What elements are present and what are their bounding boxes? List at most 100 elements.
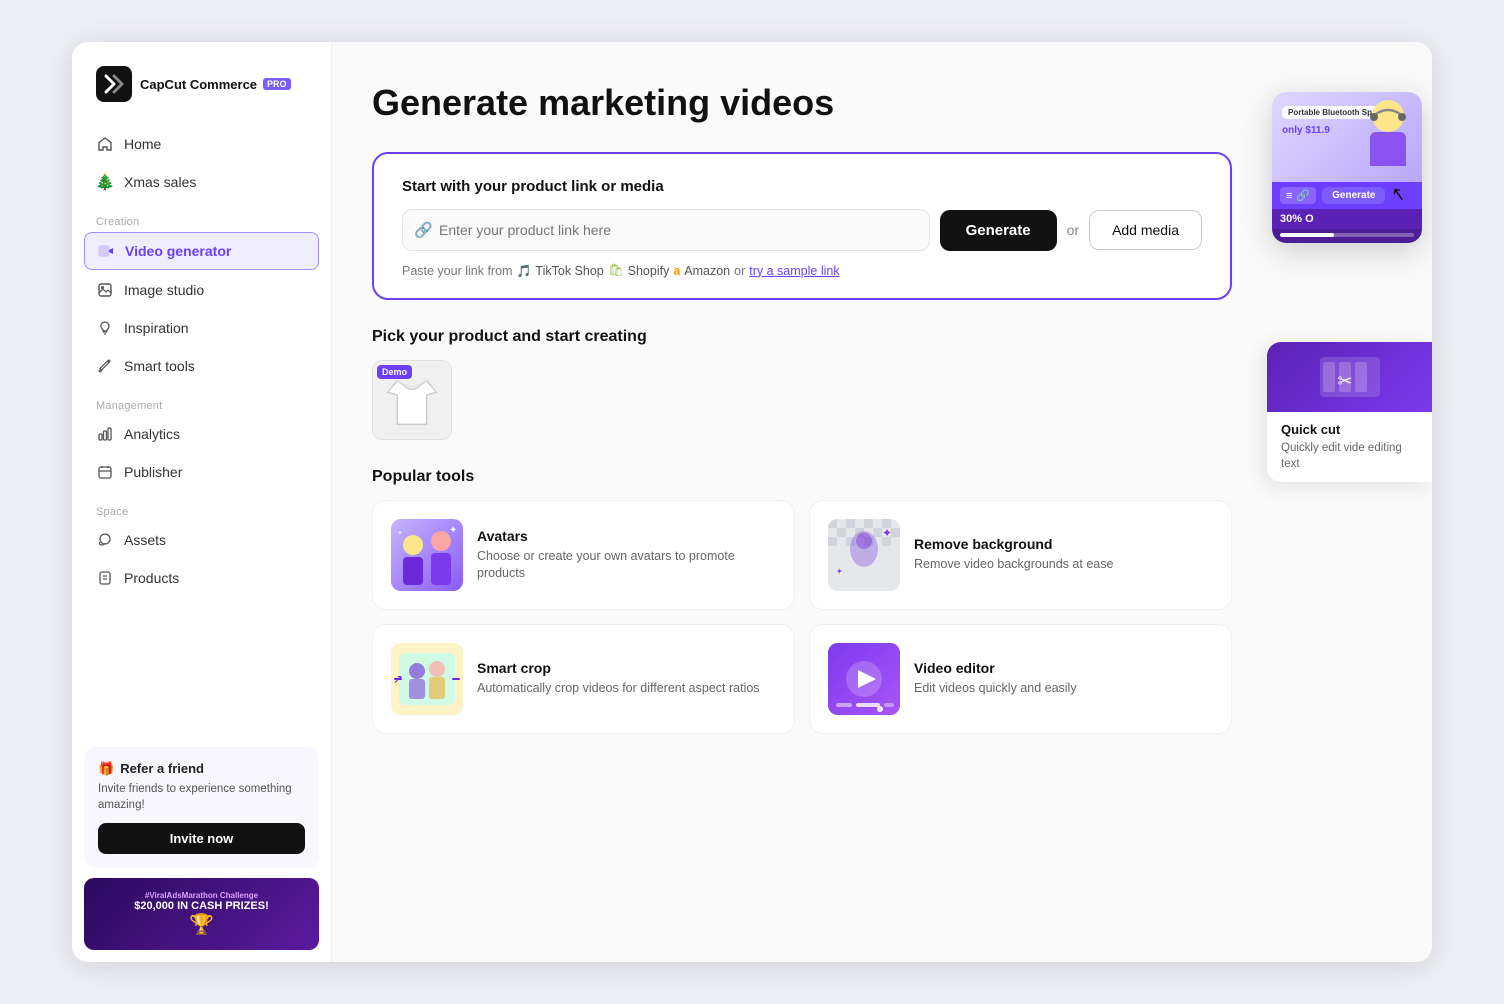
or-text: or	[1067, 222, 1079, 238]
product-picker: Demo	[372, 360, 1392, 440]
smart-crop-thumbnail-img: ↗	[391, 643, 463, 715]
progress-bar-fill	[1280, 233, 1334, 237]
publisher-label: Publisher	[124, 464, 182, 480]
tool-card-video-editor[interactable]: Video editor Edit videos quickly and eas…	[809, 624, 1232, 734]
svg-text:✦: ✦	[882, 526, 892, 540]
refer-title: 🎁 Refer a friend	[98, 761, 305, 777]
svg-text:✦: ✦	[836, 567, 843, 576]
products-icon	[96, 569, 114, 587]
promo-banner[interactable]: #ViralAdsMarathon Challenge $20,000 IN C…	[84, 878, 319, 950]
remove-bg-thumbnail-img: ✦ ✦	[828, 519, 900, 591]
popular-tools-title: Popular tools	[372, 468, 1392, 486]
avatars-name: Avatars	[477, 528, 776, 544]
sidebar-item-products[interactable]: Products	[84, 560, 319, 596]
smart-crop-desc: Automatically crop videos for different …	[477, 680, 760, 698]
tool-card-avatars[interactable]: ✦ ✦ Avatars Choose or create your own av…	[372, 500, 795, 610]
sidebar-item-home[interactable]: Home	[84, 126, 319, 162]
paste-label: Paste your link from	[402, 264, 512, 278]
preview-progress-row	[1272, 229, 1422, 243]
tiktok-icon: 🎵	[516, 264, 531, 278]
shopify-label[interactable]: Shopify	[628, 264, 670, 278]
preview-card: Portable Bluetooth Sp... only $11.9 ≡ 🔗 …	[1272, 92, 1422, 243]
product-section: Pick your product and start creating Dem…	[372, 328, 1392, 440]
sidebar: CapCut Commerce PRO Home 🎄 Xmas sales Cr…	[72, 42, 332, 962]
image-studio-label: Image studio	[124, 282, 204, 298]
publisher-icon	[96, 463, 114, 481]
app-window: CapCut Commerce PRO Home 🎄 Xmas sales Cr…	[72, 42, 1432, 962]
capcut-logo-icon	[96, 66, 132, 102]
popular-tools-section: Popular tools	[372, 468, 1392, 734]
promo-text: #ViralAdsMarathon Challenge $20,000 IN C…	[134, 891, 269, 937]
sidebar-item-inspiration[interactable]: Inspiration	[84, 310, 319, 346]
invite-button[interactable]: Invite now	[98, 823, 305, 854]
tool-card-smart-crop[interactable]: ↗ Smart crop Automatically crop videos f…	[372, 624, 795, 734]
product-thumbnail[interactable]: Demo	[372, 360, 452, 440]
preview-illustration	[1358, 96, 1418, 166]
sample-link[interactable]: try a sample link	[749, 264, 839, 278]
assets-label: Assets	[124, 532, 166, 548]
sidebar-item-smart-tools[interactable]: Smart tools	[84, 348, 319, 384]
preview-sale-row: 30% O	[1272, 209, 1422, 229]
video-editor-desc: Edit videos quickly and easily	[914, 680, 1077, 698]
product-link-input[interactable]	[402, 209, 930, 251]
remove-bg-thumb: ✦ ✦	[828, 519, 900, 591]
add-media-button[interactable]: Add media	[1089, 210, 1202, 250]
tree-icon: 🎄	[96, 173, 114, 191]
sidebar-item-xmas[interactable]: 🎄 Xmas sales	[84, 164, 319, 200]
logo-text-block: CapCut Commerce PRO	[140, 77, 291, 92]
input-card: Start with your product link or media 🔗 …	[372, 152, 1232, 300]
smart-crop-name: Smart crop	[477, 660, 760, 676]
list-icon: ≡	[1286, 190, 1292, 202]
section-creation-label: Creation	[84, 202, 319, 232]
sidebar-item-analytics[interactable]: Analytics	[84, 416, 319, 452]
product-section-title: Pick your product and start creating	[372, 328, 1392, 346]
svg-text:✂: ✂	[1337, 371, 1352, 391]
svg-text:✦: ✦	[397, 529, 403, 537]
paste-links-row: Paste your link from 🎵 TikTok Shop 🛍 Sho…	[402, 263, 1202, 278]
avatars-info: Avatars Choose or create your own avatar…	[477, 528, 776, 583]
section-space-label: Space	[84, 492, 319, 522]
or-connector: or	[734, 264, 745, 278]
video-generator-label: Video generator	[125, 243, 231, 259]
logo: CapCut Commerce PRO	[72, 66, 331, 126]
xmas-label: Xmas sales	[124, 174, 196, 190]
input-wrapper: 🔗	[402, 209, 930, 251]
sale-text: 30% O	[1280, 213, 1314, 225]
refer-card: 🎁 Refer a friend Invite friends to exper…	[84, 747, 319, 868]
sidebar-item-assets[interactable]: Assets	[84, 522, 319, 558]
amazon-label[interactable]: Amazon	[684, 264, 730, 278]
pro-badge: PRO	[263, 78, 291, 90]
tools-grid: ✦ ✦ Avatars Choose or create your own av…	[372, 500, 1232, 734]
gift-icon: 🎁	[98, 761, 114, 777]
remove-bg-info: Remove background Remove video backgroun…	[914, 536, 1113, 574]
svg-text:↗: ↗	[393, 672, 403, 686]
input-card-label: Start with your product link or media	[402, 178, 1202, 195]
video-editor-thumb	[828, 643, 900, 715]
quick-cut-desc: Quickly edit vide editing text	[1281, 440, 1418, 472]
analytics-label: Analytics	[124, 426, 180, 442]
sidebar-item-image-studio[interactable]: Image studio	[84, 272, 319, 308]
remove-bg-name: Remove background	[914, 536, 1113, 552]
generate-button[interactable]: Generate	[940, 210, 1057, 251]
sidebar-bottom: 🎁 Refer a friend Invite friends to exper…	[72, 735, 331, 962]
sidebar-item-video-generator[interactable]: Video generator	[84, 232, 319, 270]
main-content: Generate marketing videos Start with you…	[332, 42, 1432, 962]
quick-cut-thumbnail: ✂	[1315, 342, 1385, 412]
video-generator-icon	[97, 242, 115, 260]
tool-card-remove-bg[interactable]: ✦ ✦ Remove background Remove video backg…	[809, 500, 1232, 610]
video-editor-thumbnail-img	[828, 643, 900, 715]
remove-bg-desc: Remove video backgrounds at ease	[914, 556, 1113, 574]
video-editor-info: Video editor Edit videos quickly and eas…	[914, 660, 1077, 698]
demo-badge: Demo	[377, 365, 412, 379]
quick-cut-name: Quick cut	[1281, 422, 1418, 437]
input-row: 🔗 Generate or Add media	[402, 209, 1202, 251]
preview-generate-button[interactable]: Generate	[1322, 187, 1385, 204]
section-management-label: Management	[84, 386, 319, 416]
tiktok-shop-label[interactable]: TikTok Shop	[535, 264, 603, 278]
quick-cut-card[interactable]: ✂ Quick cut Quickly edit vide editing te…	[1267, 342, 1432, 482]
smart-tools-label: Smart tools	[124, 358, 195, 374]
analytics-icon	[96, 425, 114, 443]
inspiration-label: Inspiration	[124, 320, 189, 336]
preview-icons: ≡ 🔗	[1280, 187, 1316, 204]
sidebar-item-publisher[interactable]: Publisher	[84, 454, 319, 490]
